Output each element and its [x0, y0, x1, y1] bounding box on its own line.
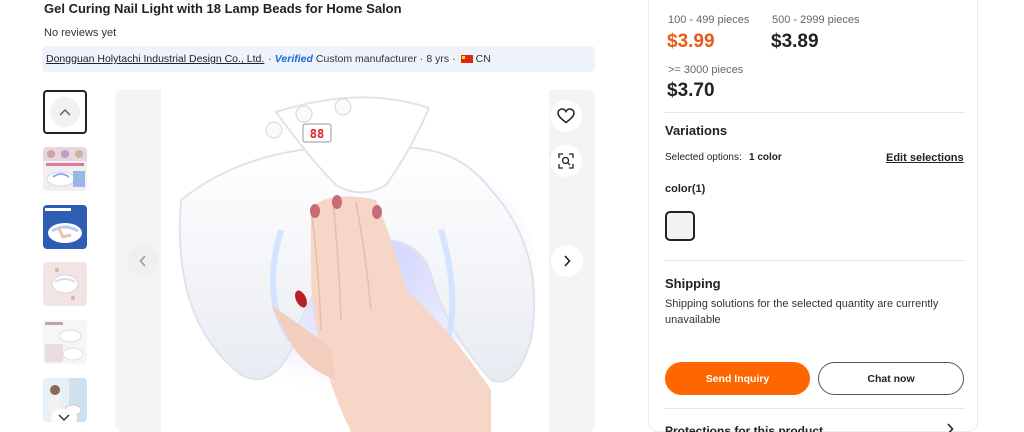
selected-options-value: 1 color [749, 152, 782, 163]
lamp-display: 88 [310, 127, 324, 141]
send-inquiry-button[interactable]: Send Inquiry [665, 362, 810, 395]
tier-quantity: 100 - 499 pieces [668, 14, 750, 26]
supplier-type: Custom manufacturer [315, 53, 417, 65]
chat-now-button[interactable]: Chat now [818, 362, 964, 395]
product-title: Gel Curing Nail Light with 18 Lamp Beads… [44, 1, 402, 16]
protections-title[interactable]: Protections for this product [665, 424, 823, 432]
main-product-image[interactable]: 88 [115, 90, 595, 432]
divider [665, 260, 965, 261]
separator: · [419, 53, 424, 65]
image-search-button[interactable] [550, 145, 582, 177]
purchase-panel: 100 - 499 pieces $3.99 500 - 2999 pieces… [648, 0, 978, 432]
chevron-right-icon[interactable] [946, 423, 954, 432]
tier-price: $3.89 [771, 31, 819, 52]
chevron-down-icon [58, 414, 70, 422]
separator: · [452, 53, 456, 65]
thumbnail-image[interactable] [43, 147, 87, 191]
tier-quantity: 500 - 2999 pieces [772, 14, 860, 26]
supplier-country: CN [475, 53, 491, 65]
chevron-up-icon [50, 97, 80, 127]
variations-title: Variations [665, 123, 728, 138]
image-search-icon [558, 153, 574, 169]
thumbnail-scroll-down[interactable] [51, 409, 77, 427]
tier-price: $3.99 [667, 31, 715, 52]
separator: · [268, 53, 272, 65]
color-swatch[interactable] [665, 211, 695, 241]
color-label: color(1) [665, 183, 706, 195]
edit-selections-link[interactable]: Edit selections [886, 152, 964, 164]
shipping-title: Shipping [665, 276, 721, 291]
favorite-button[interactable] [550, 100, 582, 132]
selected-options-label: Selected options: [665, 152, 742, 163]
supplier-bar: Dongguan Holytachi Industrial Design Co.… [42, 46, 595, 72]
nail-lamp-illustration: 88 [178, 96, 536, 432]
chevron-left-icon [139, 255, 146, 267]
thumbnail-image[interactable] [43, 262, 87, 306]
previous-image-button[interactable] [127, 245, 159, 277]
shipping-message: Shipping solutions for the selected quan… [665, 298, 939, 326]
thumbnail-image[interactable] [43, 205, 87, 249]
supplier-name-link[interactable]: Dongguan Holytachi Industrial Design Co.… [46, 53, 264, 65]
supplier-years: 8 yrs [426, 53, 450, 65]
tier-quantity: >= 3000 pieces [668, 64, 744, 76]
divider [665, 408, 965, 409]
divider [665, 112, 965, 113]
next-image-button[interactable] [551, 245, 583, 277]
thumbnail-scroll-up[interactable] [43, 90, 87, 134]
heart-icon [557, 108, 575, 124]
chevron-right-icon [564, 255, 571, 267]
thumbnail-image[interactable] [43, 320, 87, 364]
flag-cn-icon [460, 55, 473, 63]
verified-badge[interactable]: Verified [275, 53, 313, 65]
review-status: No reviews yet [44, 27, 117, 39]
tier-price: $3.70 [667, 80, 715, 101]
